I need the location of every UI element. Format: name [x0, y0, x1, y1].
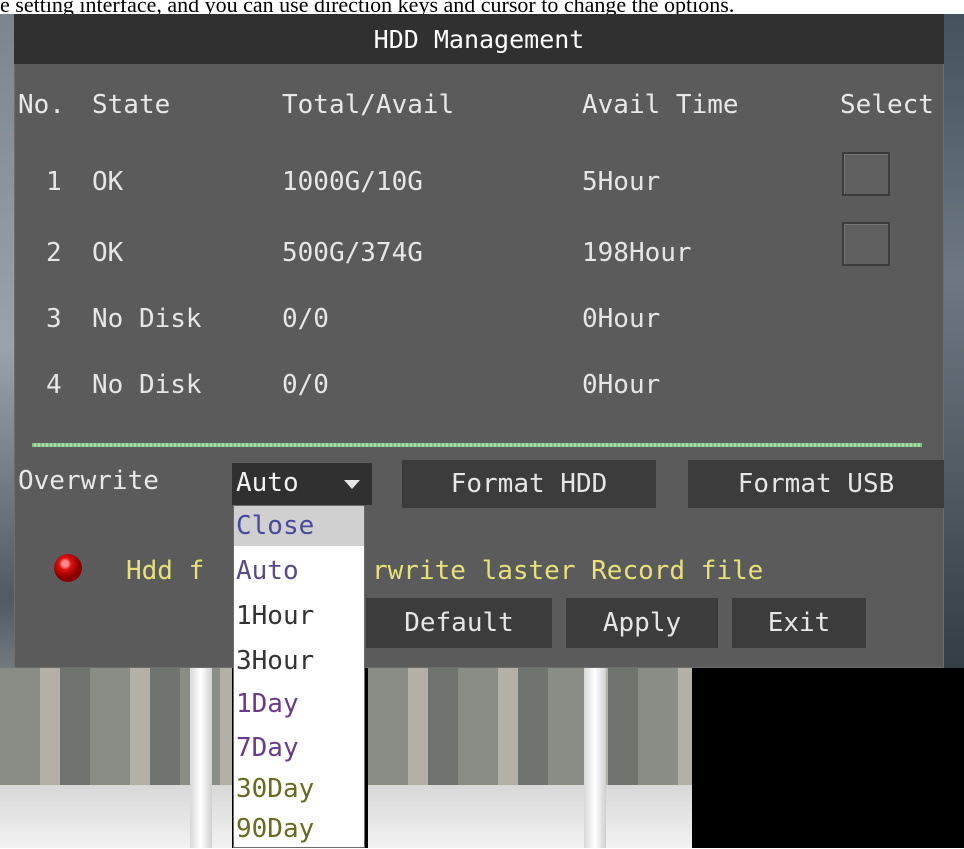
status-message-right: rwrite laster Record file — [372, 556, 764, 586]
row-no: 3 — [46, 304, 62, 334]
row-avail-time: 5Hour — [582, 167, 661, 197]
dropdown-option-close[interactable]: Close — [234, 506, 364, 546]
dropdown-option-3hour[interactable]: 3Hour — [234, 641, 364, 681]
header-avail-time: Avail Time — [582, 90, 739, 120]
dropdown-option-30day[interactable]: 30Day — [234, 769, 364, 809]
row-total-avail: 0/0 — [282, 304, 329, 334]
format-usb-button[interactable]: Format USB — [688, 460, 944, 508]
dropdown-option-auto[interactable]: Auto — [234, 551, 364, 591]
row-state: No Disk — [92, 370, 202, 400]
row-state: No Disk — [92, 304, 202, 334]
camera-pillar — [584, 668, 606, 848]
row-total-avail: 500G/374G — [282, 238, 423, 268]
chevron-down-icon[interactable] — [344, 480, 360, 489]
exit-button[interactable]: Exit — [732, 598, 866, 648]
dropdown-option-1hour[interactable]: 1Hour — [234, 596, 364, 636]
disk-1-select-checkbox[interactable] — [842, 152, 890, 196]
header-state: State — [92, 90, 171, 120]
overwrite-label: Overwrite — [18, 466, 159, 496]
row-state: OK — [92, 238, 124, 268]
row-total-avail: 1000G/10G — [282, 167, 423, 197]
hdd-management-dialog: HDD Management No. State Total/Avail Ava… — [14, 14, 944, 668]
overwrite-select-value: Auto — [236, 468, 299, 498]
row-total-avail: 0/0 — [282, 370, 329, 400]
camera-image-2 — [368, 668, 692, 848]
row-avail-time: 0Hour — [582, 370, 661, 400]
overwrite-dropdown-list: Close Auto 1Hour 3Hour 1Day 7Day 30Day 9… — [233, 505, 365, 848]
overwrite-select[interactable]: Auto — [232, 463, 372, 505]
dropdown-option-7day[interactable]: 7Day — [234, 728, 364, 768]
section-divider — [32, 443, 922, 447]
format-hdd-button[interactable]: Format HDD — [402, 460, 656, 508]
header-total-avail: Total/Avail — [282, 90, 455, 120]
dialog-title: HDD Management — [14, 14, 944, 64]
header-select: Select — [840, 90, 934, 120]
row-avail-time: 198Hour — [582, 238, 692, 268]
disk-2-select-checkbox[interactable] — [842, 222, 890, 266]
row-no: 4 — [46, 370, 62, 400]
row-state: OK — [92, 167, 124, 197]
dropdown-option-1day[interactable]: 1Day — [234, 684, 364, 724]
apply-button[interactable]: Apply — [566, 598, 718, 648]
camera-pillar — [190, 668, 212, 848]
row-avail-time: 0Hour — [582, 304, 661, 334]
header-no: No. — [18, 90, 65, 120]
row-no: 2 — [46, 238, 62, 268]
row-no: 1 — [46, 167, 62, 197]
dropdown-option-90day[interactable]: 90Day — [234, 809, 364, 849]
default-button[interactable]: Default — [366, 598, 552, 648]
status-message-left: Hdd f — [126, 556, 205, 586]
status-led-icon — [54, 554, 82, 582]
camera-feed-right — [944, 14, 964, 674]
